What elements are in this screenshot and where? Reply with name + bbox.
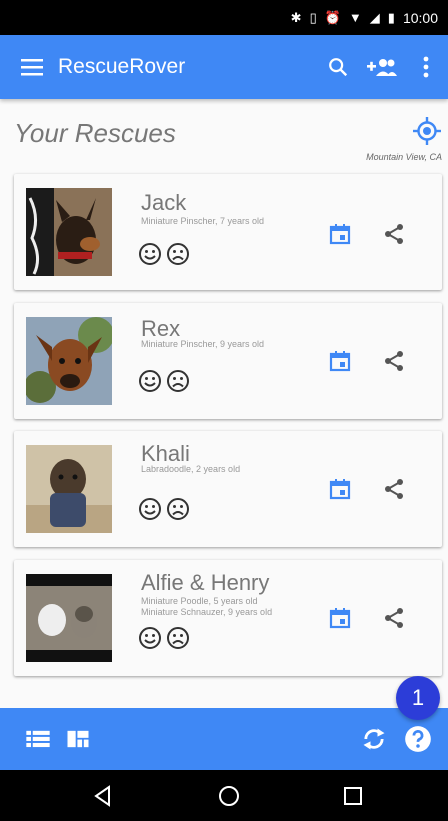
rescue-name: Jack: [141, 190, 187, 215]
status-time: 10:00: [402, 9, 438, 26]
bluetooth-icon: ✱: [290, 9, 302, 25]
sync-icon[interactable]: [360, 725, 388, 753]
rescue-details: Miniature Poodle, 5 years old: [141, 596, 258, 606]
smile-icon[interactable]: [138, 497, 162, 521]
rescue-card-rex[interactable]: Rex Miniature Pinscher, 9 years old: [14, 303, 442, 419]
rescues-header: Your Rescues Mountain View, CA: [0, 112, 448, 172]
rescue-card-khali[interactable]: Khali Labradoodle, 2 years old: [14, 431, 442, 547]
calendar-icon[interactable]: [328, 606, 352, 630]
smile-icon[interactable]: [138, 626, 162, 650]
signal-icon: ◢: [369, 9, 380, 25]
help-icon[interactable]: [404, 725, 432, 753]
share-icon[interactable]: [382, 222, 406, 246]
dog-photo: [26, 317, 112, 405]
home-icon[interactable]: [216, 783, 242, 809]
alarm-icon: ⏰: [324, 9, 341, 25]
rescue-card-jack[interactable]: Jack Miniature Pinscher, 7 years old: [14, 174, 442, 290]
wifi-icon: ▼: [348, 10, 362, 25]
notification-badge[interactable]: 1: [396, 676, 440, 720]
share-icon[interactable]: [382, 477, 406, 501]
location-label: Mountain View, CA: [366, 152, 442, 162]
page-title: Your Rescues: [14, 118, 176, 148]
rescue-card-alfie-henry[interactable]: Alfie & Henry Miniature Poodle, 5 years …: [14, 560, 442, 676]
dog-photo: [26, 445, 112, 533]
battery-icon: ▮: [387, 9, 395, 25]
sad-icon[interactable]: [166, 497, 190, 521]
calendar-icon[interactable]: [328, 477, 352, 501]
location-button[interactable]: [412, 116, 442, 146]
app-bar: RescueRover: [0, 35, 448, 99]
dog-photo: [26, 188, 112, 276]
back-icon[interactable]: [90, 783, 116, 809]
rescue-details: Labradoodle, 2 years old: [141, 464, 241, 474]
smile-icon[interactable]: [138, 369, 162, 393]
system-nav-bar: [0, 770, 448, 821]
rescue-details: Miniature Pinscher, 7 years old: [141, 216, 265, 226]
rescue-details: Miniature Pinscher, 9 years old: [141, 339, 265, 349]
share-icon[interactable]: [382, 606, 406, 630]
smile-icon[interactable]: [138, 242, 162, 266]
bottom-toolbar: [0, 708, 448, 770]
sad-icon[interactable]: [166, 626, 190, 650]
add-people-button[interactable]: [360, 35, 404, 99]
menu-icon: [21, 59, 43, 76]
calendar-icon[interactable]: [328, 222, 352, 246]
more-vert-icon: [423, 56, 429, 78]
search-button[interactable]: [316, 35, 360, 99]
dog-photo: [26, 574, 112, 662]
rescue-name: Alfie & Henry: [141, 570, 270, 595]
my-location-icon: [413, 117, 441, 145]
search-icon: [329, 58, 348, 77]
rescue-details: Miniature Schnauzer, 9 years old: [141, 607, 273, 617]
recents-icon[interactable]: [340, 783, 366, 809]
more-options-button[interactable]: [404, 35, 448, 99]
sad-icon[interactable]: [166, 369, 190, 393]
list-view-icon[interactable]: [24, 725, 52, 753]
menu-button[interactable]: [0, 35, 64, 99]
vibrate-icon: ▯: [309, 9, 317, 25]
sad-icon[interactable]: [166, 242, 190, 266]
calendar-icon[interactable]: [328, 349, 352, 373]
share-icon[interactable]: [382, 349, 406, 373]
add-people-icon: [367, 59, 397, 76]
status-bar: ✱ ▯ ⏰ ▼ ◢ ▮ 10:00: [0, 0, 448, 35]
dashboard-view-icon[interactable]: [64, 725, 92, 753]
app-title: RescueRover: [58, 55, 186, 78]
